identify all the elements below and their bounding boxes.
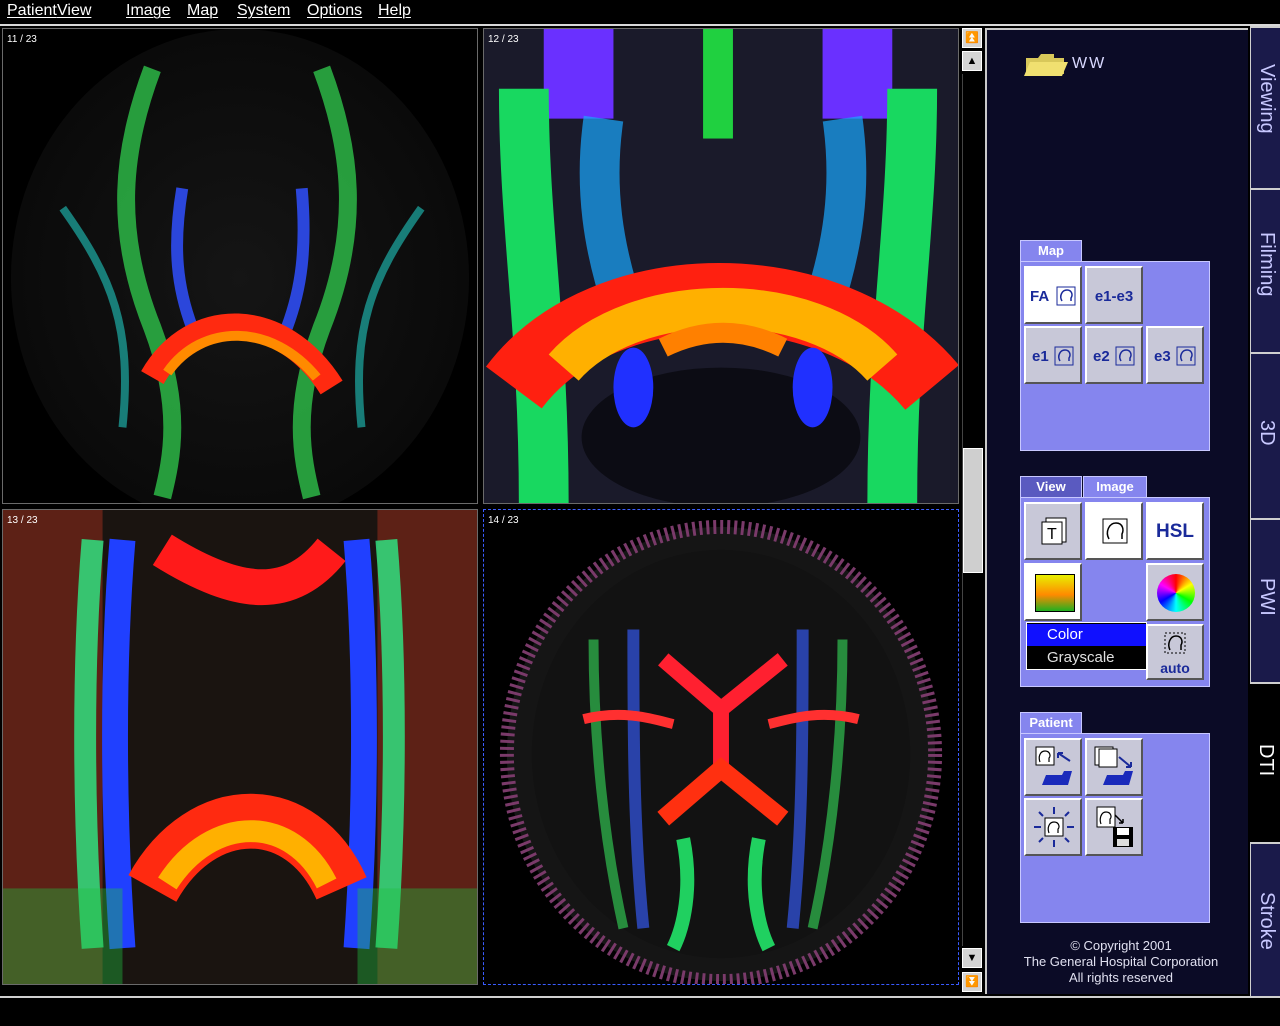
dti-colormap-image: [11, 29, 469, 503]
slice-number: 14 / 23: [488, 515, 519, 526]
head-icon: [1176, 346, 1196, 366]
dropdown-option-color[interactable]: Color: [1027, 624, 1146, 646]
side-tabs: Viewing Filming 3D PWI DTI Stroke: [1250, 26, 1280, 996]
e2-map-button[interactable]: e2: [1085, 326, 1143, 384]
save-to-disk-button[interactable]: [1085, 798, 1143, 856]
menu-help[interactable]: Help: [378, 2, 411, 20]
menu-patient[interactable]: Patient: [7, 2, 57, 20]
image-pane-3[interactable]: 13 / 23: [2, 509, 478, 985]
dti-colormap-image: [3, 510, 477, 984]
tab-pwi[interactable]: PWI: [1250, 518, 1280, 682]
menu-options[interactable]: Options: [307, 2, 362, 20]
copyright-line: All rights reserved: [1068, 970, 1174, 985]
scroll-up-button[interactable]: ▲: [962, 51, 982, 71]
tab-viewing[interactable]: Viewing: [1250, 26, 1280, 188]
color-wheel-icon: [1157, 574, 1195, 612]
image-pane-2[interactable]: 12 / 23: [483, 28, 959, 504]
color-wheel-button[interactable]: [1146, 563, 1204, 621]
status-bar: [0, 996, 1280, 1026]
map-group-tab[interactable]: Map: [1020, 240, 1082, 261]
slice-scrollbar[interactable]: ⏫ ▲ ▼ ⏬: [961, 28, 983, 994]
image-viewer: 11 / 23 12 / 23 13 / 23 14 / 23: [2, 28, 960, 986]
highlight-image-button[interactable]: [1024, 798, 1082, 856]
copyright-line: The General Hospital Corporation: [1023, 954, 1219, 969]
head-icon: [1115, 346, 1135, 366]
scroll-track[interactable]: [962, 74, 983, 946]
slice-number: 12 / 23: [488, 34, 519, 45]
menu-system[interactable]: System: [237, 2, 290, 20]
scroll-first-button[interactable]: ⏫: [962, 28, 982, 48]
save-to-folder-icon: [1094, 746, 1133, 785]
folder-icon[interactable]: [1024, 52, 1068, 78]
dti-colormap-image: [499, 520, 943, 984]
patient-group-tab[interactable]: Patient: [1020, 712, 1082, 733]
copyright-line: © Copyright 2001: [1070, 938, 1172, 953]
color-scale-icon: [1035, 574, 1075, 612]
head-icon: [1164, 632, 1186, 654]
highlight-icon: [1034, 807, 1074, 847]
scroll-down-button[interactable]: ▼: [962, 948, 982, 968]
tab-filming[interactable]: Filming: [1250, 188, 1280, 352]
image-pane-1[interactable]: 11 / 23: [2, 28, 478, 504]
tab-image[interactable]: Image: [1083, 476, 1147, 497]
auto-button[interactable]: auto: [1146, 624, 1204, 680]
copyright-notice: © Copyright 2001 The General Hospital Co…: [990, 938, 1252, 986]
tab-dti[interactable]: DTI: [1250, 682, 1280, 842]
e1-map-button[interactable]: e1: [1024, 326, 1082, 384]
image-pane-4[interactable]: 14 / 23: [483, 509, 959, 985]
e1-e3-map-button[interactable]: e1-e3: [1085, 266, 1143, 324]
head-image-button[interactable]: [1085, 502, 1143, 560]
load-from-folder-icon: [1035, 746, 1072, 785]
svg-text:T: T: [1047, 526, 1057, 543]
menu-map[interactable]: Map: [187, 2, 218, 20]
head-icon: [1056, 286, 1076, 306]
menu-image[interactable]: Image: [126, 2, 170, 20]
dropdown-option-grayscale[interactable]: Grayscale: [1027, 647, 1146, 669]
menu-bar: Patient View Image Map System Options He…: [0, 0, 1280, 26]
text-overlay-button[interactable]: T: [1024, 502, 1082, 560]
load-image-button[interactable]: [1024, 738, 1082, 796]
dti-colormap-image: [484, 29, 958, 503]
folder-label: WW: [1072, 55, 1107, 72]
tab-stroke[interactable]: Stroke: [1250, 842, 1280, 996]
head-icon: [1102, 518, 1128, 544]
text-page-icon: T: [1041, 517, 1067, 545]
tab-view[interactable]: View: [1020, 476, 1082, 497]
scroll-thumb[interactable]: [963, 448, 983, 573]
slice-number: 11 / 23: [7, 34, 37, 45]
floppy-disk-icon: [1096, 806, 1133, 847]
e3-map-button[interactable]: e3: [1146, 326, 1204, 384]
hsl-button[interactable]: HSL: [1146, 502, 1204, 560]
scroll-last-button[interactable]: ⏬: [962, 972, 982, 992]
color-scale-button[interactable]: [1024, 563, 1082, 621]
menu-view[interactable]: View: [57, 2, 91, 20]
head-icon: [1054, 346, 1074, 366]
save-to-folder-button[interactable]: [1085, 738, 1143, 796]
fa-map-button[interactable]: FA: [1024, 266, 1082, 324]
color-mode-dropdown[interactable]: Color Grayscale: [1026, 622, 1147, 670]
tab-3d[interactable]: 3D: [1250, 352, 1280, 518]
slice-number: 13 / 23: [7, 515, 38, 526]
